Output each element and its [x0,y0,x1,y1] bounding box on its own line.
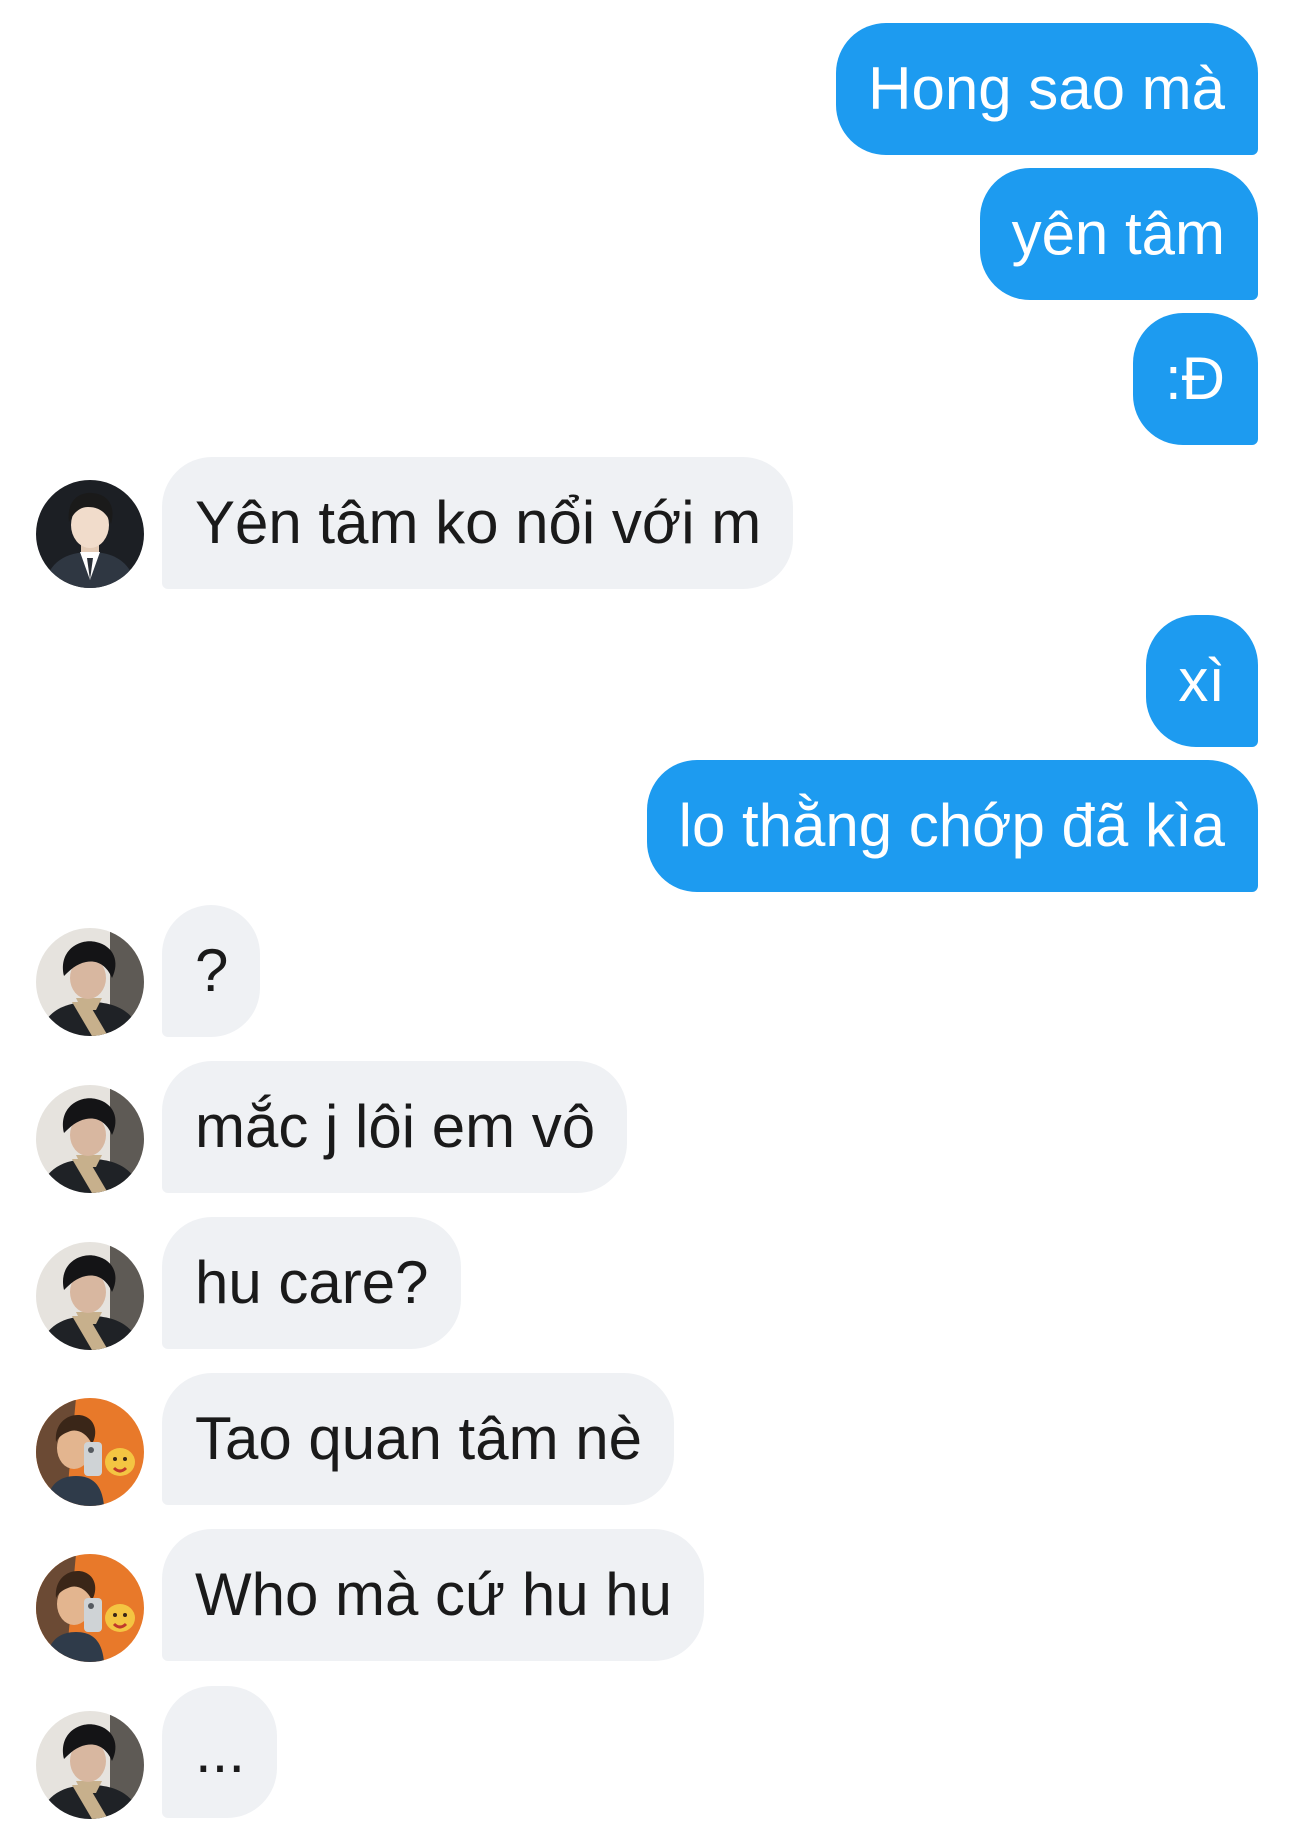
message-text: xì [1178,647,1225,714]
sent-message-bubble[interactable]: yên tâm [979,168,1258,300]
avatar-scarf[interactable] [36,1711,144,1819]
received-message-bubble[interactable]: ... [162,1686,278,1818]
received-message-bubble[interactable]: ? [162,905,261,1037]
avatar-scarf[interactable] [36,928,144,1036]
avatar-orange[interactable] [36,1398,144,1506]
message-text: yên tâm [1011,200,1225,267]
received-message-bubble[interactable]: Yên tâm ko nổi với m [162,457,794,589]
message-text: Who mà cứ hu hu [195,1561,673,1628]
sent-message-bubble[interactable]: Hong sao mà [836,23,1258,155]
message-text: hu care? [195,1249,429,1316]
message-text: Hong sao mà [868,55,1225,122]
message-text: lo thằng chớp đã kìa [678,792,1225,859]
message-text: :Đ [1165,345,1225,412]
avatar-orange[interactable] [36,1554,144,1662]
received-message-bubble[interactable]: Who mà cứ hu hu [162,1529,705,1661]
message-text: ... [195,1718,246,1785]
avatar-scarf[interactable] [36,1242,144,1350]
message-text: Tao quan tâm nè [195,1405,642,1472]
message-text: ? [195,937,229,1004]
sent-message-bubble[interactable]: xì [1146,615,1258,747]
received-message-bubble[interactable]: mắc j lôi em vô [162,1061,628,1193]
sent-message-bubble[interactable]: :Đ [1133,313,1258,445]
received-message-bubble[interactable]: Tao quan tâm nè [162,1373,674,1505]
sent-message-bubble[interactable]: lo thằng chớp đã kìa [646,760,1258,892]
message-text: Yên tâm ko nổi với m [195,489,762,556]
avatar-suit[interactable] [36,480,144,588]
message-text: mắc j lôi em vô [195,1093,596,1160]
avatar-scarf[interactable] [36,1085,144,1193]
received-message-bubble[interactable]: hu care? [162,1217,461,1349]
